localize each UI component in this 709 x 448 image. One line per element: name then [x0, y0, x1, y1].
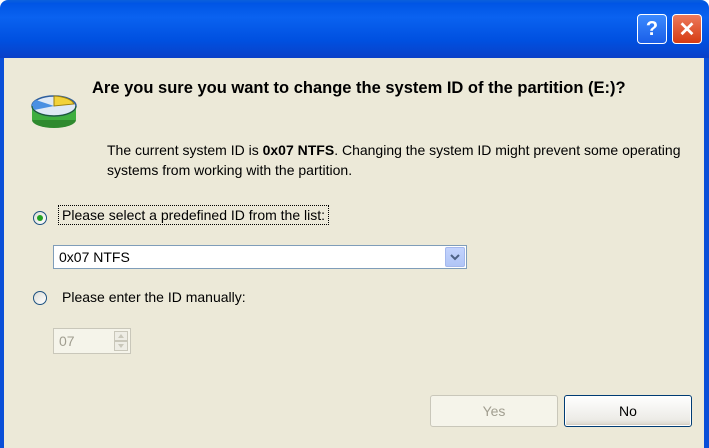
- manual-id-value: 07: [59, 333, 75, 349]
- description-prefix: The current system ID is: [107, 142, 263, 158]
- dropdown-selected-value: 0x07 NTFS: [59, 249, 130, 265]
- help-button[interactable]: ?: [637, 14, 667, 44]
- title-bar[interactable]: ? ✕: [0, 0, 709, 58]
- predefined-id-dropdown[interactable]: 0x07 NTFS: [53, 245, 467, 269]
- description-text: The current system ID is 0x07 NTFS. Chan…: [107, 140, 697, 180]
- dropdown-arrow-button[interactable]: [445, 247, 465, 267]
- current-system-id: 0x07 NTFS: [262, 142, 335, 158]
- manual-id-spinbox[interactable]: 07: [53, 328, 131, 354]
- window-frame-right: [704, 58, 709, 448]
- confirmation-question: Are you sure you want to change the syst…: [92, 79, 626, 97]
- predefined-id-radio[interactable]: [33, 211, 47, 225]
- help-icon: ?: [645, 17, 659, 40]
- predefined-id-label[interactable]: Please select a predefined ID from the l…: [58, 205, 330, 225]
- partition-disk-icon: [26, 78, 82, 134]
- manual-id-radio[interactable]: [33, 291, 47, 305]
- no-button[interactable]: No: [564, 395, 692, 427]
- spinner-buttons[interactable]: [114, 331, 128, 351]
- close-button[interactable]: ✕: [672, 14, 702, 44]
- radio-selected-dot: [37, 215, 43, 221]
- manual-id-label[interactable]: Please enter the ID manually:: [62, 289, 246, 305]
- dialog-window: ? ✕ Are you sure you want to change the …: [0, 0, 709, 448]
- close-icon: ✕: [678, 18, 696, 41]
- yes-button[interactable]: Yes: [430, 395, 558, 427]
- chevron-down-icon: [450, 253, 460, 260]
